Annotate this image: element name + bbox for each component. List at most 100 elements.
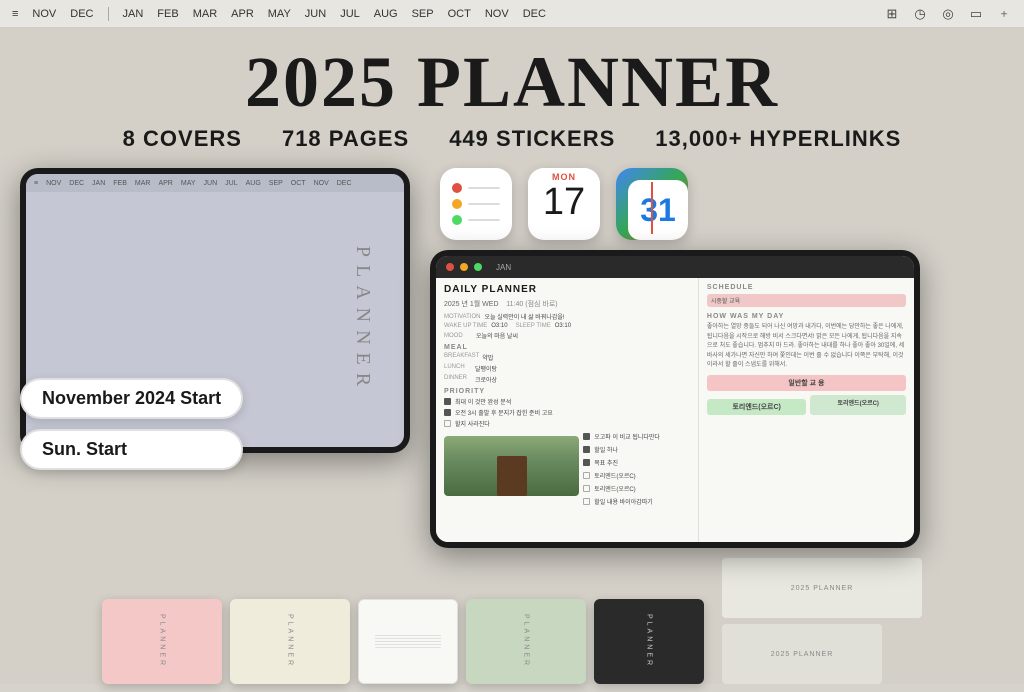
reminder-row-1 bbox=[452, 183, 500, 193]
tablet-month-3: JAN bbox=[92, 180, 105, 187]
thumb-cream-label: PLANNER bbox=[287, 614, 294, 668]
dp-notes-text: 좋아하는 열망 중들도 되어 나신 여망과 내가다, 이번에는 당만하는 좋은 … bbox=[707, 323, 906, 371]
tablet-month-10: AUG bbox=[246, 180, 261, 187]
dp-check-item-6: 할일 내용 바이아감따기 bbox=[583, 497, 690, 506]
stickers-stat: 449 STICKERS bbox=[449, 126, 615, 152]
menu-hamburger[interactable]: ≡ bbox=[12, 8, 18, 20]
month-may[interactable]: MAY bbox=[268, 8, 291, 20]
thumb-sage[interactable]: PLANNER bbox=[466, 599, 586, 684]
thumb-planner-small-2[interactable]: 2025 PLANNER bbox=[722, 624, 882, 684]
month-nov2[interactable]: NOV bbox=[485, 8, 509, 20]
sun-start-badge[interactable]: Sun. Start bbox=[20, 429, 243, 470]
dp-checklist-6[interactable] bbox=[583, 498, 590, 505]
thumb-sage-label: PLANNER bbox=[523, 614, 530, 668]
dp-priority-3: 할지 사라진다 bbox=[444, 419, 690, 428]
grid-icon[interactable]: ⊞ bbox=[884, 6, 900, 22]
month-nov[interactable]: NOV bbox=[32, 8, 56, 20]
dp-breakfast-row: BREAKFAST 약밥 bbox=[444, 353, 690, 362]
dp-plant-pot bbox=[497, 456, 527, 496]
dp-checklist-1[interactable] bbox=[583, 433, 590, 440]
dp-tracking-blocks: 토리엔드(오르C) 토리엔드(오르C) bbox=[707, 395, 906, 415]
thumb-pink[interactable]: PLANNER bbox=[102, 599, 222, 684]
bottom-thumbnails: PLANNER PLANNER PLANNER PLANNER 2025 PLA… bbox=[82, 550, 942, 692]
dp-checklist-5[interactable] bbox=[583, 485, 590, 492]
tablet-top-bar: ≡ NOV DEC JAN FEB MAR APR MAY JUN JUL AU… bbox=[26, 174, 404, 192]
dp-schedule-title: SCHEDULE bbox=[707, 284, 906, 291]
calendar-17-num: 17 bbox=[543, 183, 585, 221]
month-mar[interactable]: MAR bbox=[193, 8, 217, 20]
dp-check-2[interactable] bbox=[444, 409, 451, 416]
dp-left-panel: DAILY PLANNER 2025 년 1월 WED 11:40 (점심 바로… bbox=[436, 278, 699, 542]
small-planner-label-1: 2025 PLANNER bbox=[791, 585, 854, 592]
month-jul[interactable]: JUL bbox=[340, 8, 360, 20]
left-tablet-container: ≡ NOV DEC JAN FEB MAR APR MAY JUN JUL AU… bbox=[20, 168, 410, 453]
dp-title: DAILY PLANNER bbox=[444, 284, 690, 295]
menu-divider bbox=[108, 7, 109, 21]
tablet-month-1: NOV bbox=[46, 180, 61, 187]
window-icon[interactable]: ▭ bbox=[968, 6, 984, 22]
daily-planner-top-bar: JAN bbox=[436, 256, 914, 278]
dp-bottom-row: 오고파 이 비교 됩니다만다 할일 하나 목표 추진 bbox=[444, 432, 690, 508]
pages-stat: 718 PAGES bbox=[282, 126, 409, 152]
right-tablet: JAN DAILY PLANNER 2025 년 1월 WED 11:40 (점… bbox=[430, 250, 920, 550]
calendar-17-icon[interactable]: MON 17 bbox=[528, 168, 600, 240]
tablet-month-11: SEP bbox=[269, 180, 283, 187]
clock-icon[interactable]: ◷ bbox=[912, 6, 928, 22]
thumb-planner-small-1[interactable]: 2025 PLANNER bbox=[722, 558, 922, 618]
dp-check-1[interactable] bbox=[444, 398, 451, 405]
hyperlinks-stat: 13,000+ HYPERLINKS bbox=[655, 126, 901, 152]
grid-line-1 bbox=[375, 635, 441, 636]
dp-checklist-4[interactable] bbox=[583, 472, 590, 479]
month-feb[interactable]: FEB bbox=[157, 8, 178, 20]
dp-checklist-3[interactable] bbox=[583, 459, 590, 466]
reminders-app-icon[interactable] bbox=[440, 168, 512, 240]
tablet-month-5: MAR bbox=[135, 180, 151, 187]
calendar-31-num: 31 bbox=[628, 180, 688, 240]
menu-months: ≡ NOV DEC JAN FEB MAR APR MAY JUN JUL AU… bbox=[12, 7, 868, 21]
thumb-white[interactable] bbox=[358, 599, 458, 684]
right-tablet-screen: JAN DAILY PLANNER 2025 년 1월 WED 11:40 (점… bbox=[436, 256, 914, 542]
dp-lunch-row: LUNCH 달팽이탕 bbox=[444, 364, 690, 373]
dp-check-list: 오고파 이 비교 됩니다만다 할일 하나 목표 추진 bbox=[583, 432, 690, 508]
dp-dot-yellow bbox=[460, 263, 468, 271]
grid-line-5 bbox=[375, 647, 441, 648]
right-tablet-device: JAN DAILY PLANNER 2025 년 1월 WED 11:40 (점… bbox=[430, 250, 920, 548]
thumb-pink-label: PLANNER bbox=[159, 614, 166, 668]
tablet-month-8: JUN bbox=[204, 180, 218, 187]
thumb-white-content bbox=[359, 627, 457, 656]
november-start-badge[interactable]: November 2024 Start bbox=[20, 378, 243, 419]
grid-line-2 bbox=[375, 638, 441, 639]
pages-label: PAGES bbox=[329, 126, 409, 151]
menu-bar: ≡ NOV DEC JAN FEB MAR APR MAY JUN JUL AU… bbox=[0, 0, 1024, 28]
tablet-month-13: NOV bbox=[314, 180, 329, 187]
thumb-dark[interactable]: PLANNER bbox=[594, 599, 704, 684]
dp-schedule-item-1: 시중할 교육 bbox=[707, 294, 906, 307]
right-content: MON 17 31 JAN bbox=[430, 168, 1004, 550]
dp-check-3[interactable] bbox=[444, 420, 451, 427]
month-sep[interactable]: SEP bbox=[412, 8, 434, 20]
month-aug[interactable]: AUG bbox=[374, 8, 398, 20]
app-icons-row: MON 17 31 bbox=[430, 168, 1004, 240]
month-dec[interactable]: DEC bbox=[70, 8, 93, 20]
plus-icon[interactable]: + bbox=[996, 6, 1012, 22]
month-dec2[interactable]: DEC bbox=[523, 8, 546, 20]
month-oct[interactable]: OCT bbox=[448, 8, 471, 20]
thumb-dark-label: PLANNER bbox=[646, 614, 653, 668]
reminder-line-1 bbox=[468, 187, 500, 189]
reminder-row-3 bbox=[452, 215, 500, 225]
covers-label: COVERS bbox=[143, 126, 242, 151]
daily-planner-content: DAILY PLANNER 2025 년 1월 WED 11:40 (점심 바로… bbox=[436, 278, 914, 542]
dp-checklist-2[interactable] bbox=[583, 446, 590, 453]
calendar-31-icon[interactable]: 31 bbox=[616, 168, 688, 240]
month-jan[interactable]: JAN bbox=[123, 8, 144, 20]
reminder-dot-green bbox=[452, 215, 462, 225]
tablet-month-12: OCT bbox=[291, 180, 306, 187]
month-apr[interactable]: APR bbox=[231, 8, 254, 20]
coin-icon[interactable]: ◎ bbox=[940, 6, 956, 22]
dp-how-was-title: HOW WAS MY DAY bbox=[707, 313, 906, 320]
thumb-cream[interactable]: PLANNER bbox=[230, 599, 350, 684]
dp-check-item-4: 토리엔드(오르C) bbox=[583, 471, 690, 480]
small-planner-label-2: 2025 PLANNER bbox=[771, 651, 834, 658]
month-jun[interactable]: JUN bbox=[305, 8, 326, 20]
dp-dot-green bbox=[474, 263, 482, 271]
